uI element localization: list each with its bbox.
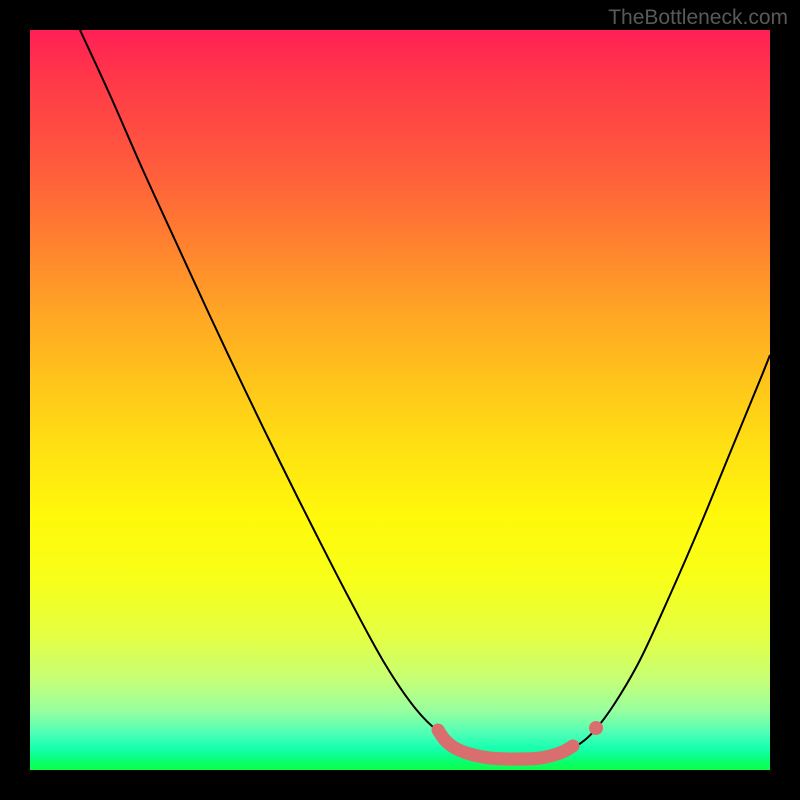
watermark-text: TheBottleneck.com — [608, 6, 788, 30]
chart-marker-band — [438, 730, 573, 759]
chart-svg — [30, 30, 770, 770]
chart-plot-area — [30, 30, 770, 770]
chart-marker-dot — [589, 721, 603, 735]
chart-marker-dots — [589, 721, 603, 735]
chart-curve — [80, 30, 770, 760]
